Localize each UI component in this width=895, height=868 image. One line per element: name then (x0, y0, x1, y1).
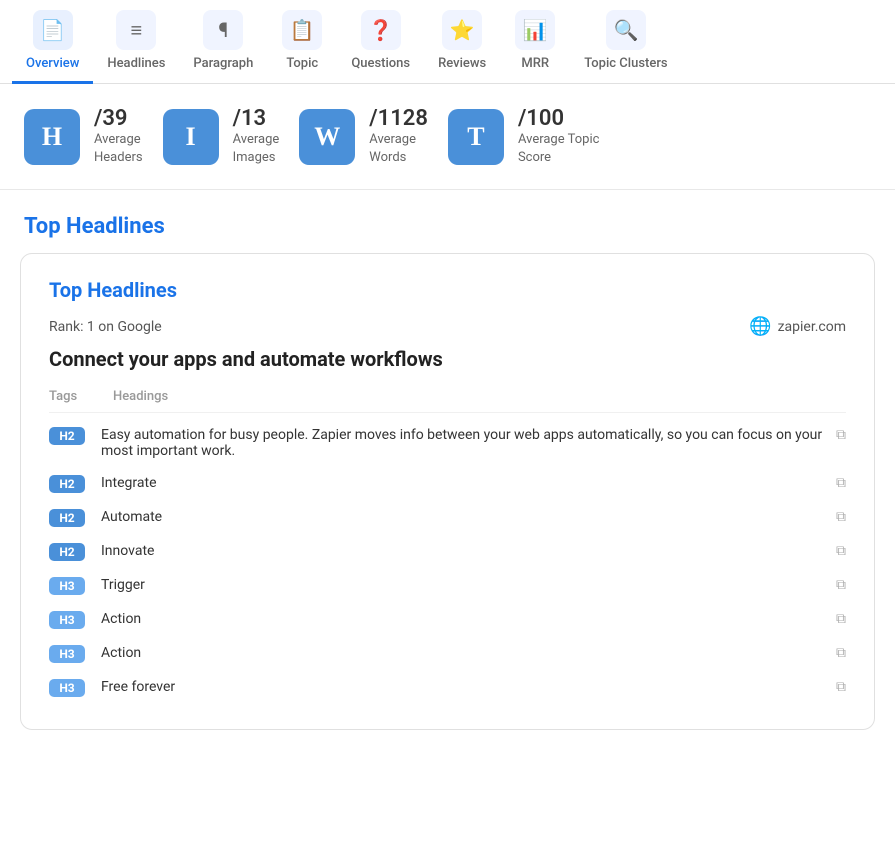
tab-mrr[interactable]: 📊 MRR (500, 0, 570, 84)
table-row: H2 Innovate ⧉ (49, 535, 846, 569)
stat-value-2: /1128 (369, 106, 428, 131)
tab-icon-headlines: ≡ (116, 10, 156, 50)
top-headlines-card: Top Headlines Rank: 1 on Google 🌐 zapier… (20, 253, 875, 730)
heading-content-0: Easy automation for busy people. Zapier … (101, 427, 846, 459)
tab-label-topic-clusters: Topic Clusters (584, 56, 667, 71)
tag-badge-7: H3 (49, 679, 85, 697)
section-title: Top Headlines (0, 190, 895, 253)
heading-text-4: Trigger (101, 577, 830, 593)
heading-content-4: Trigger ⧉ (101, 577, 846, 593)
heading-content-1: Integrate ⧉ (101, 475, 846, 491)
stat-value-0: /39 (94, 106, 143, 131)
rank-row: Rank: 1 on Google 🌐 zapier.com (49, 316, 846, 337)
nav-tabs: 📄 Overview ≡ Headlines ¶ Paragraph 📋 Top… (0, 0, 895, 84)
heading-content-6: Action ⧉ (101, 645, 846, 661)
table-row: H3 Trigger ⧉ (49, 569, 846, 603)
heading-text-5: Action (101, 611, 830, 627)
tab-icon-questions: ❓ (361, 10, 401, 50)
copy-icon-5[interactable]: ⧉ (836, 611, 846, 627)
stat-card-2: W /1128 AverageWords (299, 106, 428, 167)
heading-text-3: Innovate (101, 543, 830, 559)
globe-icon: 🌐 (749, 316, 771, 337)
tab-icon-paragraph: ¶ (203, 10, 243, 50)
stat-icon-2: W (299, 109, 355, 165)
tag-badge-0: H2 (49, 427, 85, 445)
tag-badge-3: H2 (49, 543, 85, 561)
tab-label-headlines: Headlines (107, 56, 165, 71)
tab-label-topic: Topic (286, 56, 318, 71)
stat-text-3: /100 Average TopicScore (518, 106, 599, 167)
table-row: H3 Free forever ⧉ (49, 671, 846, 705)
table-row: H3 Action ⧉ (49, 637, 846, 671)
copy-icon-2[interactable]: ⧉ (836, 509, 846, 525)
heading-text-2: Automate (101, 509, 830, 525)
stats-row: H /39 AverageHeaders I /13 AverageImages… (0, 84, 895, 190)
table-row: H2 Integrate ⧉ (49, 467, 846, 501)
stat-text-1: /13 AverageImages (233, 106, 280, 167)
tab-questions[interactable]: ❓ Questions (337, 0, 424, 84)
tag-badge-6: H3 (49, 645, 85, 663)
domain-link[interactable]: 🌐 zapier.com (749, 316, 846, 337)
tab-icon-overview: 📄 (33, 10, 73, 50)
copy-icon-7[interactable]: ⧉ (836, 679, 846, 695)
stat-text-2: /1128 AverageWords (369, 106, 428, 167)
stat-label-0: AverageHeaders (94, 131, 143, 167)
stat-icon-1: I (163, 109, 219, 165)
stat-card-3: T /100 Average TopicScore (448, 106, 599, 167)
tab-reviews[interactable]: ⭐ Reviews (424, 0, 500, 84)
heading-content-3: Innovate ⧉ (101, 543, 846, 559)
heading-text-7: Free forever (101, 679, 830, 695)
tab-label-mrr: MRR (521, 56, 549, 71)
rank-text: Rank: 1 on Google (49, 319, 162, 335)
headings-list: H2 Easy automation for busy people. Zapi… (49, 419, 846, 705)
tab-topic-clusters[interactable]: 🔍 Topic Clusters (570, 0, 681, 84)
heading-content-2: Automate ⧉ (101, 509, 846, 525)
tab-icon-mrr: 📊 (515, 10, 555, 50)
stat-value-3: /100 (518, 106, 599, 131)
domain-text: zapier.com (778, 319, 846, 335)
stat-value-1: /13 (233, 106, 280, 131)
stat-icon-0: H (24, 109, 80, 165)
heading-text-0: Easy automation for busy people. Zapier … (101, 427, 830, 459)
heading-text-1: Integrate (101, 475, 830, 491)
stat-icon-3: T (448, 109, 504, 165)
copy-icon-6[interactable]: ⧉ (836, 645, 846, 661)
stat-card-0: H /39 AverageHeaders (24, 106, 143, 167)
tag-badge-2: H2 (49, 509, 85, 527)
copy-icon-0[interactable]: ⧉ (836, 427, 846, 443)
table-row: H2 Easy automation for busy people. Zapi… (49, 419, 846, 467)
tag-column-header: Tags (49, 389, 97, 404)
tag-badge-1: H2 (49, 475, 85, 493)
tab-icon-topic-clusters: 🔍 (606, 10, 646, 50)
copy-icon-3[interactable]: ⧉ (836, 543, 846, 559)
tab-label-paragraph: Paragraph (193, 56, 253, 71)
copy-icon-4[interactable]: ⧉ (836, 577, 846, 593)
tab-label-overview: Overview (26, 56, 79, 71)
tag-badge-5: H3 (49, 611, 85, 629)
heading-content-5: Action ⧉ (101, 611, 846, 627)
table-row: H2 Automate ⧉ (49, 501, 846, 535)
stat-text-0: /39 AverageHeaders (94, 106, 143, 167)
tab-label-questions: Questions (351, 56, 410, 71)
tab-paragraph[interactable]: ¶ Paragraph (179, 0, 267, 84)
heading-column-header: Headings (113, 389, 846, 404)
article-title: Connect your apps and automate workflows (49, 347, 846, 371)
heading-text-6: Action (101, 645, 830, 661)
tag-badge-4: H3 (49, 577, 85, 595)
heading-content-7: Free forever ⧉ (101, 679, 846, 695)
tab-topic[interactable]: 📋 Topic (267, 0, 337, 84)
stat-label-2: AverageWords (369, 131, 428, 167)
stat-card-1: I /13 AverageImages (163, 106, 280, 167)
table-row: H3 Action ⧉ (49, 603, 846, 637)
tab-icon-topic: 📋 (282, 10, 322, 50)
table-header: Tags Headings (49, 389, 846, 413)
tab-headlines[interactable]: ≡ Headlines (93, 0, 179, 84)
stat-label-3: Average TopicScore (518, 131, 599, 167)
tab-label-reviews: Reviews (438, 56, 486, 71)
copy-icon-1[interactable]: ⧉ (836, 475, 846, 491)
stat-label-1: AverageImages (233, 131, 280, 167)
tab-icon-reviews: ⭐ (442, 10, 482, 50)
tab-overview[interactable]: 📄 Overview (12, 0, 93, 84)
card-title: Top Headlines (49, 278, 846, 302)
